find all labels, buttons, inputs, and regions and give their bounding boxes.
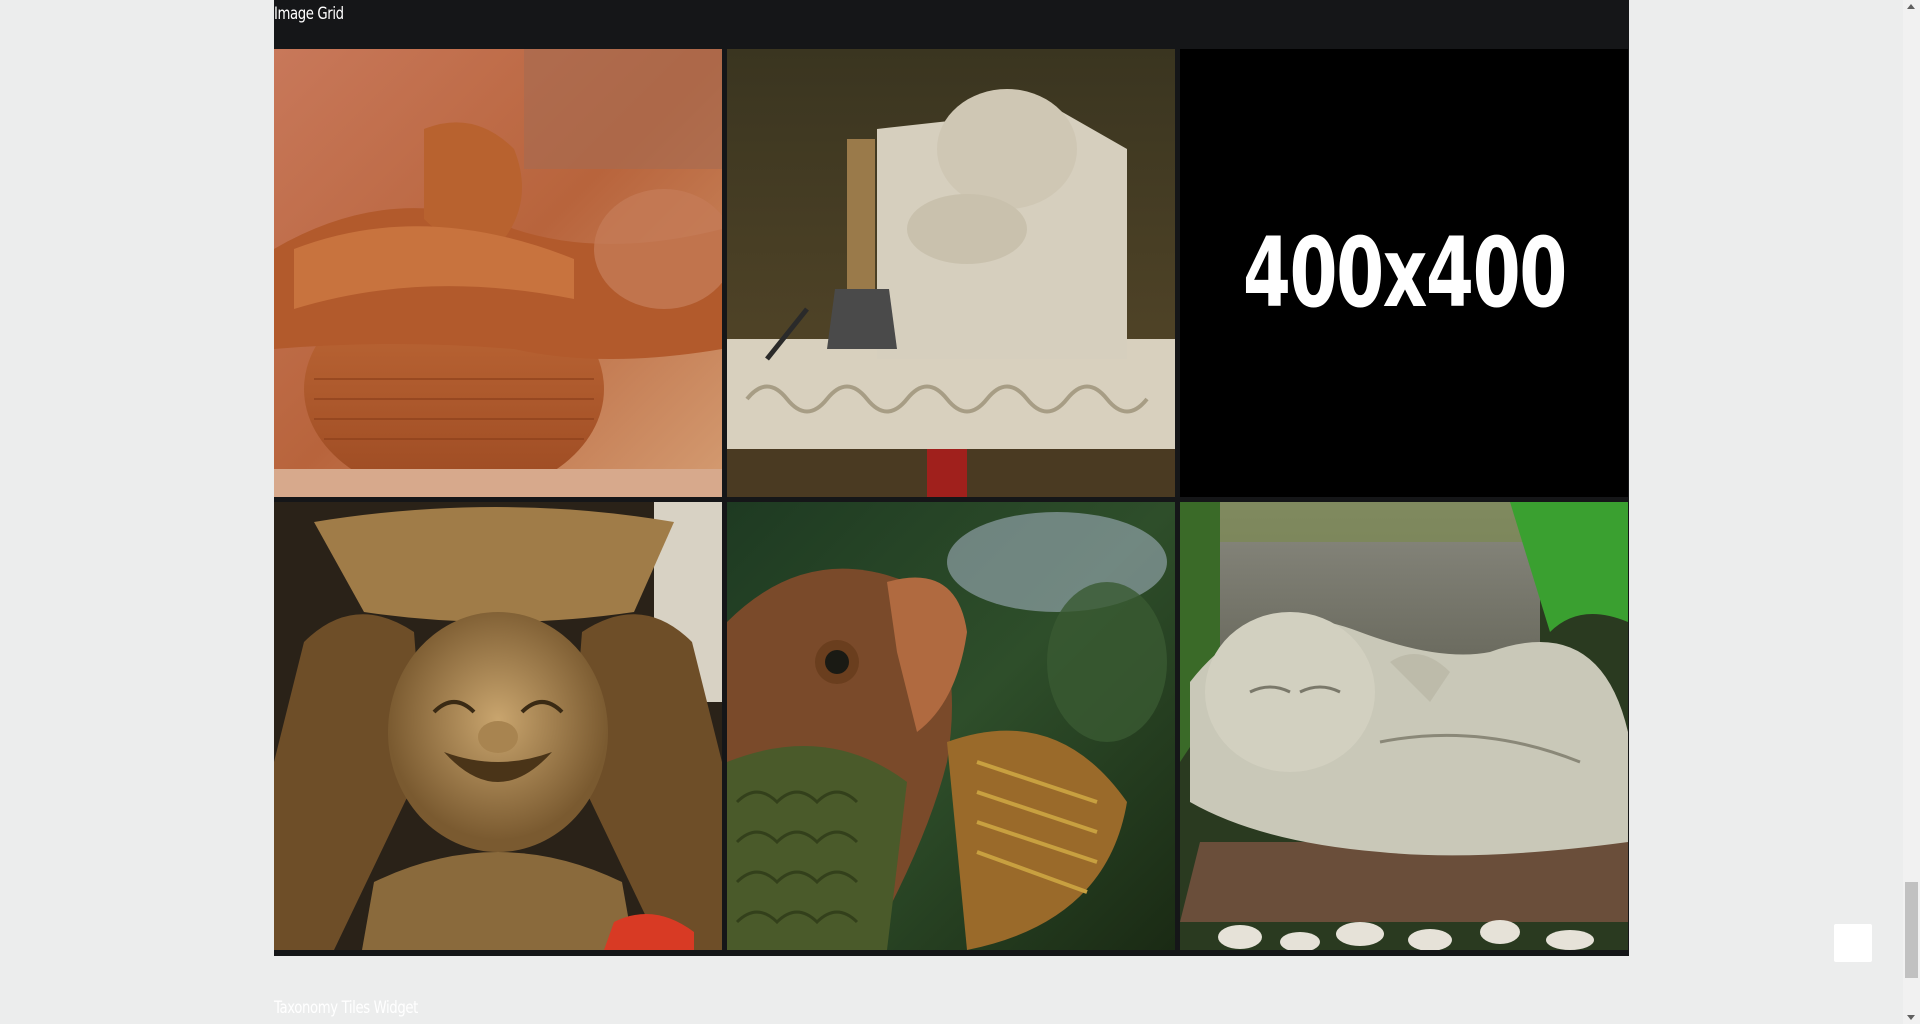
widget-title: Image Grid	[274, 4, 344, 24]
placeholder-caption: 400x400	[1242, 217, 1567, 329]
scrollbar[interactable]	[1903, 0, 1920, 1024]
back-to-top-button[interactable]	[1834, 924, 1872, 962]
grid-image-buddha[interactable]	[274, 502, 722, 950]
pottery-image	[274, 49, 722, 497]
grid-image-fish[interactable]	[727, 502, 1175, 950]
sleeping-statue-image	[1180, 502, 1628, 950]
grid-image-placeholder[interactable]: 400x400	[1180, 49, 1628, 497]
stone-carving-image	[727, 49, 1175, 497]
image-grid: 400x400	[274, 49, 1629, 950]
grid-image-sleeping-statue[interactable]	[1180, 502, 1628, 950]
scroll-down-arrow-icon[interactable]	[1907, 1015, 1915, 1020]
buddha-image	[274, 502, 722, 950]
grid-image-pottery[interactable]	[274, 49, 722, 497]
page: Image Grid 400x400 Taxonomy Tiles Widget	[0, 0, 1920, 1024]
section-title: Taxonomy Tiles Widget	[274, 998, 418, 1018]
scroll-thumb[interactable]	[1905, 882, 1918, 978]
grid-image-stone-carving[interactable]	[727, 49, 1175, 497]
fish-sculpture-image	[727, 502, 1175, 950]
scroll-up-arrow-icon[interactable]	[1907, 4, 1915, 9]
